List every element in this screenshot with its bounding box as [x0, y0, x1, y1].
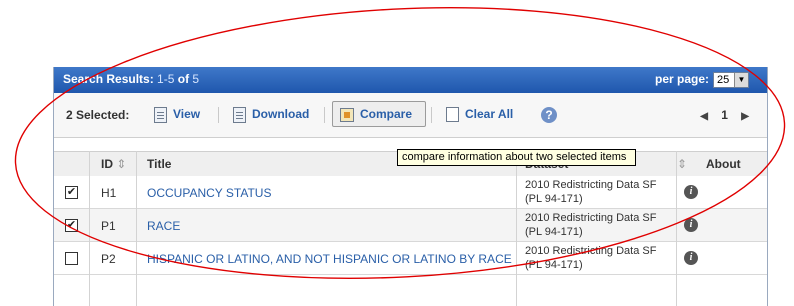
annotation-overlay — [14, 6, 786, 280]
annotation-ellipse — [14, 6, 786, 280]
